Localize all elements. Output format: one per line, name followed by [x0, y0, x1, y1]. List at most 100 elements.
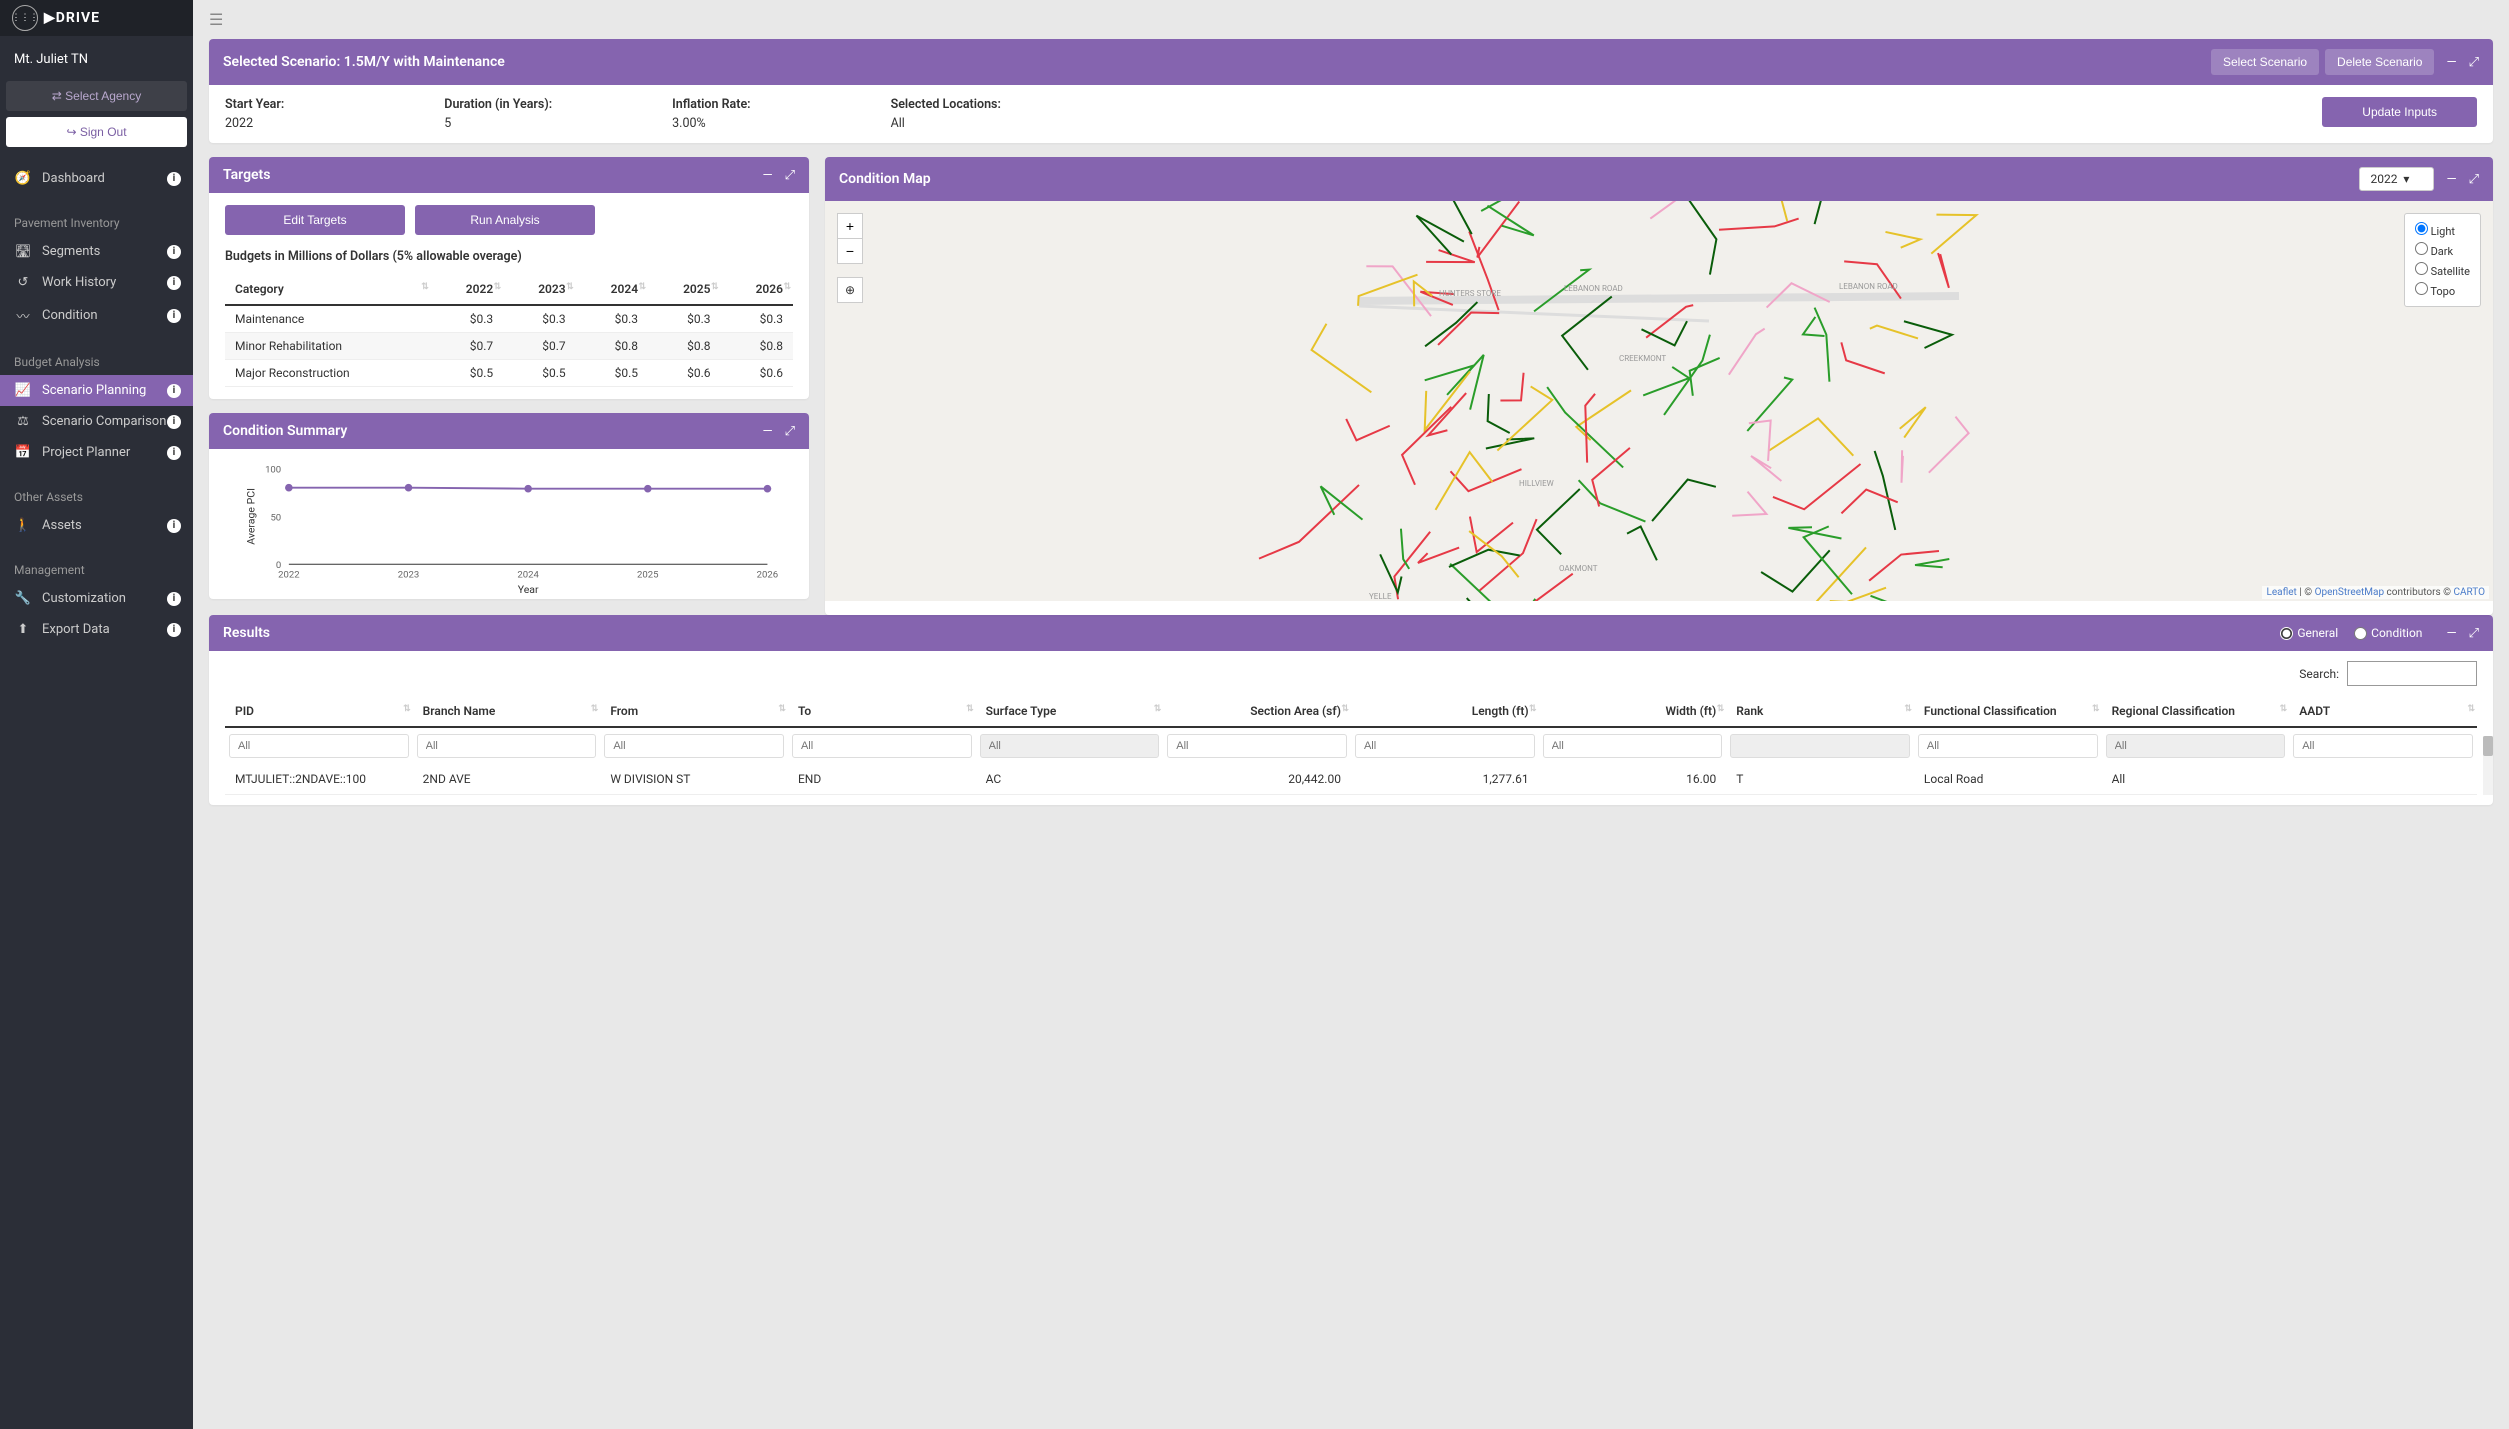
results-radio-condition[interactable]: Condition	[2354, 626, 2422, 640]
nav-label: Customization	[42, 591, 126, 606]
col-header[interactable]: 2026⇅	[720, 274, 793, 305]
filter-input[interactable]	[1167, 734, 1347, 758]
nav-item-export-data[interactable]: ⬆Export Datai	[0, 614, 193, 645]
nav-label: Assets	[42, 518, 82, 533]
filter-input[interactable]	[792, 734, 972, 758]
map-year-select[interactable]: 2022 ▾	[2359, 167, 2434, 191]
col-header[interactable]: 2025⇅	[648, 274, 720, 305]
update-inputs-button[interactable]: Update Inputs	[2322, 97, 2477, 127]
select-scenario-button[interactable]: Select Scenario	[2211, 49, 2319, 75]
map-attribution: Leaflet | © OpenStreetMap contributors ©…	[2262, 586, 2489, 599]
col-header[interactable]: Section Area (sf)⇅	[1163, 696, 1351, 727]
nav-item-condition[interactable]: 〰Conditioni	[0, 298, 193, 333]
col-header[interactable]: Length (ft)⇅	[1351, 696, 1539, 727]
info-icon[interactable]: i	[167, 245, 181, 259]
edit-targets-button[interactable]: Edit Targets	[225, 205, 405, 235]
col-header[interactable]: To⇅	[788, 696, 976, 727]
col-header[interactable]: Width (ft)⇅	[1539, 696, 1727, 727]
nav-item-scenario-planning[interactable]: 📈Scenario Planningi	[0, 375, 193, 406]
filter-input[interactable]	[604, 734, 784, 758]
col-header[interactable]: Functional Classification⇅	[1914, 696, 2102, 727]
col-header[interactable]: 2022⇅	[431, 274, 503, 305]
sign-out-button[interactable]: ↪ Sign Out	[6, 117, 187, 147]
filter-input[interactable]	[229, 734, 409, 758]
targets-panel: Targets — ⤢ Edit Targets Run Analysis Bu…	[209, 157, 809, 399]
minimize-icon[interactable]: —	[2446, 626, 2456, 641]
condition-map-panel: Condition Map 2022 ▾ — ⤢ HUNTERS STORELE…	[825, 157, 2493, 615]
results-radio-general[interactable]: General	[2280, 626, 2338, 640]
info-icon[interactable]: i	[167, 276, 181, 290]
layer-option-satellite[interactable]: Satellite	[2415, 260, 2470, 280]
nav-item-scenario-comparison[interactable]: ⚖Scenario Comparisoni	[0, 406, 193, 437]
col-header[interactable]: 2023⇅	[503, 274, 575, 305]
svg-text:Average PCI: Average PCI	[244, 488, 257, 545]
info-icon[interactable]: i	[167, 592, 181, 606]
col-header[interactable]: Category⇅	[225, 274, 431, 305]
search-input[interactable]	[2347, 661, 2477, 686]
svg-text:2025: 2025	[637, 570, 659, 581]
minimize-icon[interactable]: —	[762, 168, 772, 183]
info-icon[interactable]: i	[167, 519, 181, 533]
nav-dashboard[interactable]: 🧭 Dashboard i	[0, 163, 193, 194]
nav-item-assets[interactable]: 🚶Assetsi	[0, 510, 193, 541]
info-icon[interactable]: i	[167, 446, 181, 460]
nav-item-customization[interactable]: 🔧 Customization i	[0, 583, 193, 614]
info-icon[interactable]: i	[167, 384, 181, 398]
osm-link[interactable]: OpenStreetMap	[2315, 587, 2385, 598]
minimize-icon[interactable]: —	[762, 424, 772, 439]
run-analysis-button[interactable]: Run Analysis	[415, 205, 595, 235]
nav-item-work-history[interactable]: ↺Work Historyi	[0, 267, 193, 298]
expand-icon[interactable]: ⤢	[2469, 626, 2479, 641]
table-row: Minor Rehabilitation$0.7$0.7$0.8$0.8$0.8	[225, 333, 793, 360]
expand-icon[interactable]: ⤢	[785, 424, 795, 439]
zoom-in-button[interactable]: +	[837, 213, 863, 239]
info-icon[interactable]: i	[167, 172, 181, 186]
locate-button[interactable]: ⊕	[837, 277, 863, 303]
layer-option-topo[interactable]: Topo	[2415, 280, 2470, 300]
layer-option-dark[interactable]: Dark	[2415, 240, 2470, 260]
select-agency-button[interactable]: ⇄ Select Agency	[6, 81, 187, 111]
table-row[interactable]: MTJULIET::2NDAVE::1002ND AVEW DIVISION S…	[225, 764, 2477, 795]
filter-input[interactable]	[2293, 734, 2473, 758]
expand-icon[interactable]: ⤢	[2469, 55, 2479, 70]
zoom-out-button[interactable]: −	[837, 238, 863, 264]
col-header[interactable]: 2024⇅	[576, 274, 648, 305]
carto-link[interactable]: CARTO	[2453, 587, 2485, 598]
start-year-label: Start Year:	[225, 97, 284, 112]
col-header[interactable]: Surface Type⇅	[976, 696, 1164, 727]
filter-input[interactable]	[417, 734, 597, 758]
project-planner-icon: 📅	[14, 445, 32, 460]
col-header[interactable]: Branch Name⇅	[413, 696, 601, 727]
leaflet-link[interactable]: Leaflet	[2266, 587, 2296, 598]
minimize-icon[interactable]: —	[2446, 55, 2456, 70]
info-icon[interactable]: i	[167, 415, 181, 429]
col-header[interactable]: From⇅	[600, 696, 788, 727]
layer-option-light[interactable]: Light	[2415, 220, 2470, 240]
col-header[interactable]: Regional Classification⇅	[2102, 696, 2290, 727]
delete-scenario-button[interactable]: Delete Scenario	[2325, 49, 2434, 75]
col-header[interactable]: PID⇅	[225, 696, 413, 727]
expand-icon[interactable]: ⤢	[2469, 172, 2479, 187]
filter-input[interactable]	[1355, 734, 1535, 758]
dashboard-icon: 🧭	[14, 171, 32, 186]
nav-section-title: Other Assets	[0, 480, 193, 510]
nav-section-title: Pavement Inventory	[0, 206, 193, 236]
table-row: Maintenance$0.3$0.3$0.3$0.3$0.3	[225, 305, 793, 333]
scrollbar[interactable]	[2483, 736, 2493, 795]
filter-input[interactable]	[1543, 734, 1723, 758]
menu-toggle-icon[interactable]: ☰	[193, 0, 2509, 39]
info-icon[interactable]: i	[167, 309, 181, 323]
expand-icon[interactable]: ⤢	[785, 168, 795, 183]
customization-icon: 🔧	[14, 591, 32, 606]
inflation-label: Inflation Rate:	[672, 97, 750, 112]
minimize-icon[interactable]: —	[2446, 172, 2456, 187]
info-icon[interactable]: i	[167, 623, 181, 637]
col-header[interactable]: Rank⇅	[1726, 696, 1914, 727]
svg-text:OAKMONT: OAKMONT	[1559, 564, 1598, 573]
nav-item-segments[interactable]: 🛣Segmentsi	[0, 236, 193, 267]
filter-input[interactable]	[1918, 734, 2098, 758]
map-canvas[interactable]: HUNTERS STORELEBANON ROADLEBANON ROADCRE…	[825, 201, 2493, 601]
nav-section-title: Management	[0, 553, 193, 583]
col-header[interactable]: AADT⇅	[2289, 696, 2477, 727]
nav-item-project-planner[interactable]: 📅Project Planneri	[0, 437, 193, 468]
